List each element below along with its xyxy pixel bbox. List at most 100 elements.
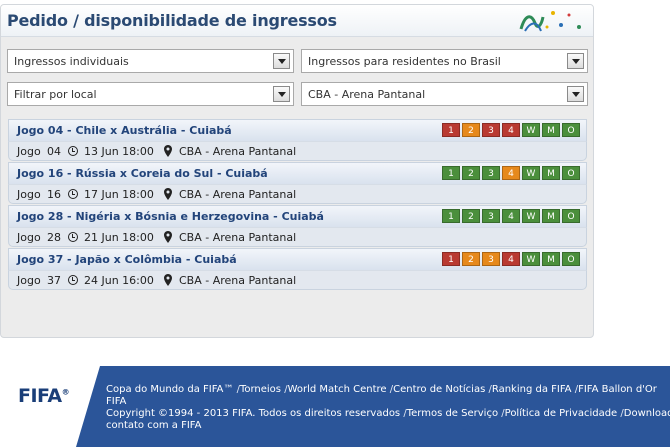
game-header[interactable]: Jogo 37 - Japão x Colômbia - Cuiabá 1234… [8, 248, 587, 270]
game-title[interactable]: Jogo 04 - Chile x Austrália - Cuiabá [17, 124, 232, 137]
world-cup-decoration-icon [519, 11, 581, 32]
category-badge-4[interactable]: 4 [502, 123, 520, 137]
category-badge-o[interactable]: O [562, 166, 580, 180]
category-badge-o[interactable]: O [562, 252, 580, 266]
footer-link[interactable]: Termos de Serviço [407, 408, 498, 419]
category-availability: 1234WMO [442, 166, 580, 180]
category-badge-4[interactable]: 4 [502, 252, 520, 266]
category-badge-m[interactable]: M [542, 209, 560, 223]
ticket-type-value: Ingressos individuais [14, 55, 129, 68]
footer-link[interactable]: Torneios [240, 384, 281, 395]
game-title[interactable]: Jogo 37 - Japão x Colômbia - Cuiabá [17, 253, 237, 266]
game-number: 04 [47, 145, 61, 158]
game-header[interactable]: Jogo 16 - Rússia x Coreia do Sul - Cuiab… [8, 162, 587, 184]
game-label: Jogo [17, 188, 41, 201]
location-filter-value: Filtrar por local [14, 88, 97, 101]
game-title[interactable]: Jogo 28 - Nigéria x Bósnia e Herzegovina… [17, 210, 324, 223]
map-pin-icon [164, 188, 172, 200]
category-badge-1[interactable]: 1 [442, 252, 460, 266]
category-badge-w[interactable]: W [522, 252, 540, 266]
chevron-down-icon[interactable] [567, 53, 584, 69]
footer-links-row-2: Copyright ©1994 - 2013 FIFA. Todos os di… [106, 408, 670, 420]
chevron-down-icon[interactable] [567, 86, 584, 102]
clock-icon [68, 232, 78, 242]
panel-header: Pedido / disponibilidade de ingressos [1, 5, 593, 37]
game-venue: CBA - Arena Pantanal [179, 188, 297, 201]
venue-value: CBA - Arena Pantanal [308, 88, 426, 101]
location-filter-select[interactable]: Filtrar por local [7, 82, 294, 106]
page-title: Pedido / disponibilidade de ingressos [7, 11, 337, 30]
game-header[interactable]: Jogo 28 - Nigéria x Bósnia e Herzegovina… [8, 205, 587, 227]
game-row[interactable]: Jogo 37 - Japão x Colômbia - Cuiabá 1234… [8, 248, 587, 291]
clock-icon [68, 275, 78, 285]
category-badge-3[interactable]: 3 [482, 252, 500, 266]
map-pin-icon [164, 274, 172, 286]
game-details: Jogo 16 17 Jun 18:00 CBA - Arena Pantana… [8, 184, 587, 204]
ticket-type-select[interactable]: Ingressos individuais [7, 49, 294, 73]
category-badge-2[interactable]: 2 [462, 252, 480, 266]
footer-link[interactable]: Copa do Mundo da FIFA™ [106, 384, 233, 395]
footer-links: Copa do Mundo da FIFA™ /Torneios /World … [106, 384, 670, 432]
category-badge-2[interactable]: 2 [462, 123, 480, 137]
category-badge-1[interactable]: 1 [442, 209, 460, 223]
fifa-logo: FIFA® [18, 385, 70, 407]
map-pin-icon [164, 231, 172, 243]
game-title[interactable]: Jogo 16 - Rússia x Coreia do Sul - Cuiab… [17, 167, 268, 180]
footer-link[interactable]: FIFA Ballon d'Or [578, 384, 657, 395]
tickets-panel: Pedido / disponibilidade de ingressos In… [0, 4, 594, 338]
category-badge-2[interactable]: 2 [462, 209, 480, 223]
game-datetime: 21 Jun 18:00 [84, 231, 154, 244]
games-list: Jogo 04 - Chile x Austrália - Cuiabá 123… [8, 119, 587, 291]
category-badge-3[interactable]: 3 [482, 209, 500, 223]
footer-link[interactable]: Centro de Notícias [393, 384, 485, 395]
game-label: Jogo [17, 274, 41, 287]
game-label: Jogo [17, 145, 41, 158]
chevron-down-icon[interactable] [273, 53, 290, 69]
game-details: Jogo 04 13 Jun 18:00 CBA - Arena Pantana… [8, 141, 587, 161]
category-badge-4[interactable]: 4 [502, 209, 520, 223]
category-badge-1[interactable]: 1 [442, 166, 460, 180]
game-number: 16 [47, 188, 61, 201]
game-label: Jogo [17, 231, 41, 244]
game-row[interactable]: Jogo 16 - Rússia x Coreia do Sul - Cuiab… [8, 162, 587, 205]
residency-select[interactable]: Ingressos para residentes no Brasil [301, 49, 588, 73]
game-venue: CBA - Arena Pantanal [179, 274, 297, 287]
category-badge-w[interactable]: W [522, 166, 540, 180]
chevron-down-icon[interactable] [273, 86, 290, 102]
category-badge-m[interactable]: M [542, 123, 560, 137]
category-badge-3[interactable]: 3 [482, 123, 500, 137]
game-number: 37 [47, 274, 61, 287]
footer-link[interactable]: Ranking da FIFA [492, 384, 572, 395]
category-badge-w[interactable]: W [522, 123, 540, 137]
game-number: 28 [47, 231, 61, 244]
footer: FIFA® Copa do Mundo da FIFA™ /Torneios /… [0, 366, 670, 447]
category-badge-2[interactable]: 2 [462, 166, 480, 180]
category-badge-w[interactable]: W [522, 209, 540, 223]
map-pin-icon [164, 145, 172, 157]
footer-link[interactable]: Política de Privacidade [505, 408, 618, 419]
category-badge-m[interactable]: M [542, 166, 560, 180]
category-badge-o[interactable]: O [562, 123, 580, 137]
footer-link[interactable]: Downloads [624, 408, 670, 419]
game-row[interactable]: Jogo 28 - Nigéria x Bósnia e Herzegovina… [8, 205, 587, 248]
footer-contact-link[interactable]: contato com a FIFA [106, 420, 670, 432]
game-datetime: 24 Jun 16:00 [84, 274, 154, 287]
game-details: Jogo 37 24 Jun 16:00 CBA - Arena Pantana… [8, 270, 587, 290]
category-badge-3[interactable]: 3 [482, 166, 500, 180]
game-header[interactable]: Jogo 04 - Chile x Austrália - Cuiabá 123… [8, 119, 587, 141]
category-availability: 1234WMO [442, 123, 580, 137]
copyright-text: Copyright ©1994 - 2013 FIFA. Todos os di… [106, 408, 401, 419]
game-datetime: 13 Jun 18:00 [84, 145, 154, 158]
footer-link[interactable]: World Match Centre [288, 384, 387, 395]
game-venue: CBA - Arena Pantanal [179, 231, 297, 244]
category-badge-4[interactable]: 4 [502, 166, 520, 180]
footer-line-fifa[interactable]: FIFA [106, 396, 670, 408]
game-datetime: 17 Jun 18:00 [84, 188, 154, 201]
venue-select[interactable]: CBA - Arena Pantanal [301, 82, 588, 106]
category-badge-m[interactable]: M [542, 252, 560, 266]
category-badge-1[interactable]: 1 [442, 123, 460, 137]
game-row[interactable]: Jogo 04 - Chile x Austrália - Cuiabá 123… [8, 119, 587, 162]
category-badge-o[interactable]: O [562, 209, 580, 223]
category-availability: 1234WMO [442, 252, 580, 266]
footer-links-row-1: Copa do Mundo da FIFA™ /Torneios /World … [106, 384, 657, 395]
